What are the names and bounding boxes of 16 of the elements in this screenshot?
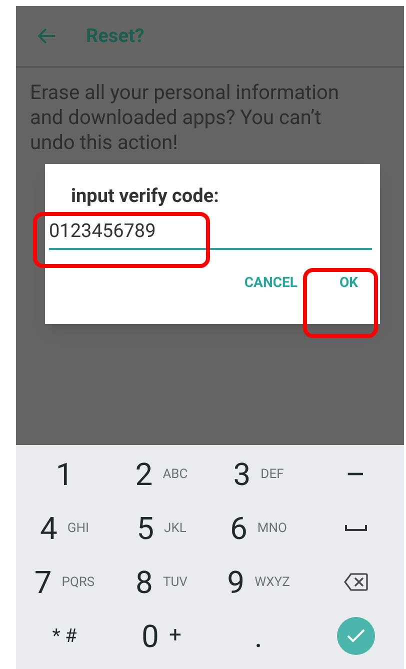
- keypad-key[interactable]: 5 JKL: [113, 501, 210, 555]
- dialog-title: input verify code:: [70, 186, 220, 205]
- keypad-key[interactable]: 0 +: [113, 609, 210, 663]
- app-bar-title: Reset?: [86, 22, 144, 49]
- keypad-key[interactable]: * #: [16, 609, 113, 663]
- keypad-key[interactable]: 3 DEF: [210, 447, 307, 501]
- keypad-key[interactable]: 9 WXYZ: [210, 555, 307, 609]
- keypad-key[interactable]: –: [307, 447, 404, 501]
- keypad-key[interactable]: 2 ABC: [113, 447, 210, 501]
- code-input-field[interactable]: 0123456789: [49, 217, 372, 250]
- keypad-key[interactable]: 1: [16, 447, 113, 501]
- keypad-key[interactable]: 4 GHI: [16, 501, 113, 555]
- keypad-key[interactable]: 6 MNO: [210, 501, 307, 555]
- keypad-key[interactable]: .: [210, 609, 307, 663]
- keypad-key[interactable]: 7 PQRS: [16, 555, 113, 609]
- keypad-key[interactable]: 8 TUV: [113, 555, 210, 609]
